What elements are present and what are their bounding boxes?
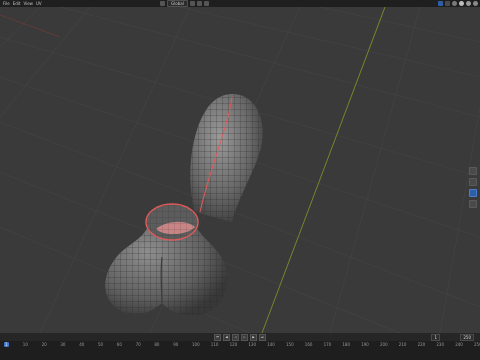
menu-edit[interactable]: Edit bbox=[13, 0, 21, 7]
timeline-tick: 150 bbox=[286, 342, 294, 347]
proportional-icon[interactable] bbox=[203, 1, 209, 6]
timeline-tick: 80 bbox=[154, 342, 160, 347]
zoom-icon[interactable] bbox=[469, 167, 477, 175]
viewport-shading-icons bbox=[438, 1, 478, 6]
timeline-tick: 40 bbox=[79, 342, 85, 347]
timeline-tick: 240 bbox=[455, 342, 463, 347]
cube-icon[interactable] bbox=[160, 1, 165, 6]
menu-view[interactable]: View bbox=[23, 0, 33, 7]
timeline-header: ⏮ ◀ ◁ ▷ ▶ ⏭ 1 250 bbox=[0, 333, 480, 341]
menu-file[interactable]: File bbox=[3, 0, 10, 7]
orientation-dropdown[interactable]: Global bbox=[167, 0, 188, 7]
grid-icon[interactable] bbox=[469, 200, 477, 208]
play-reverse-icon[interactable]: ◁ bbox=[232, 333, 239, 341]
viewport-canvas bbox=[0, 7, 480, 333]
menu-uv[interactable]: UV bbox=[36, 0, 42, 7]
timeline-tick: 250 bbox=[474, 342, 480, 347]
timeline-tick: 100 bbox=[192, 342, 200, 347]
timeline-tick: 210 bbox=[398, 342, 407, 347]
timeline-tick: 190 bbox=[361, 342, 369, 347]
end-frame-field[interactable]: 250 bbox=[460, 334, 474, 341]
prev-key-icon[interactable]: ◀ bbox=[223, 333, 230, 341]
rendered-sphere-icon[interactable] bbox=[473, 1, 478, 6]
material-sphere-icon[interactable] bbox=[466, 1, 471, 6]
timeline-tick: 70 bbox=[135, 342, 141, 347]
timeline-tick: 10 bbox=[22, 342, 28, 347]
timeline-tick: 230 bbox=[436, 342, 445, 347]
timeline-tick: 60 bbox=[116, 342, 122, 347]
snap-icon[interactable] bbox=[196, 1, 202, 6]
hand-icon[interactable] bbox=[469, 178, 477, 186]
timeline-tick: 200 bbox=[380, 342, 388, 347]
timeline-tick: 110 bbox=[210, 342, 219, 347]
next-key-icon[interactable]: ▶ bbox=[250, 333, 257, 341]
xray-icon[interactable] bbox=[445, 1, 450, 6]
timeline-tick: 20 bbox=[41, 342, 47, 347]
timeline-tick: 180 bbox=[342, 342, 351, 347]
timeline-tick: 170 bbox=[323, 342, 332, 347]
overlay-icon[interactable] bbox=[438, 1, 443, 6]
y-axis-line bbox=[261, 7, 386, 333]
timeline-tick: 140 bbox=[267, 342, 275, 347]
timeline-tick: 50 bbox=[98, 342, 104, 347]
current-frame-field[interactable]: 1 bbox=[431, 334, 440, 341]
header-tools: Global bbox=[160, 0, 209, 7]
timeline-tick: 130 bbox=[248, 342, 257, 347]
camera-icon[interactable] bbox=[469, 189, 477, 197]
jump-start-icon[interactable]: ⏮ bbox=[214, 333, 221, 341]
wireframe-sphere-icon[interactable] bbox=[452, 1, 457, 6]
jump-end-icon[interactable]: ⏭ bbox=[259, 333, 266, 341]
timeline-tick: 120 bbox=[229, 342, 238, 347]
3d-viewport[interactable] bbox=[0, 7, 480, 333]
solid-sphere-icon[interactable] bbox=[459, 1, 464, 6]
x-axis-line bbox=[0, 14, 61, 38]
timeline-tick: 1 bbox=[4, 342, 9, 347]
pivot-icon[interactable] bbox=[189, 1, 195, 6]
timeline-tick: 90 bbox=[173, 342, 179, 347]
mesh-object[interactable] bbox=[105, 87, 270, 316]
timeline-tick: 30 bbox=[60, 342, 66, 347]
timeline-tick: 160 bbox=[304, 342, 313, 347]
timeline-tick: 220 bbox=[417, 342, 426, 347]
top-menu-bar: File Edit View UV Global bbox=[0, 0, 480, 7]
timeline-ruler[interactable]: 1 10 20 30 40 50 60 70 80 90 100 110 120 130 140 150 160… bbox=[0, 341, 480, 360]
play-icon[interactable]: ▷ bbox=[241, 333, 248, 341]
navigation-gizmos bbox=[469, 167, 477, 208]
